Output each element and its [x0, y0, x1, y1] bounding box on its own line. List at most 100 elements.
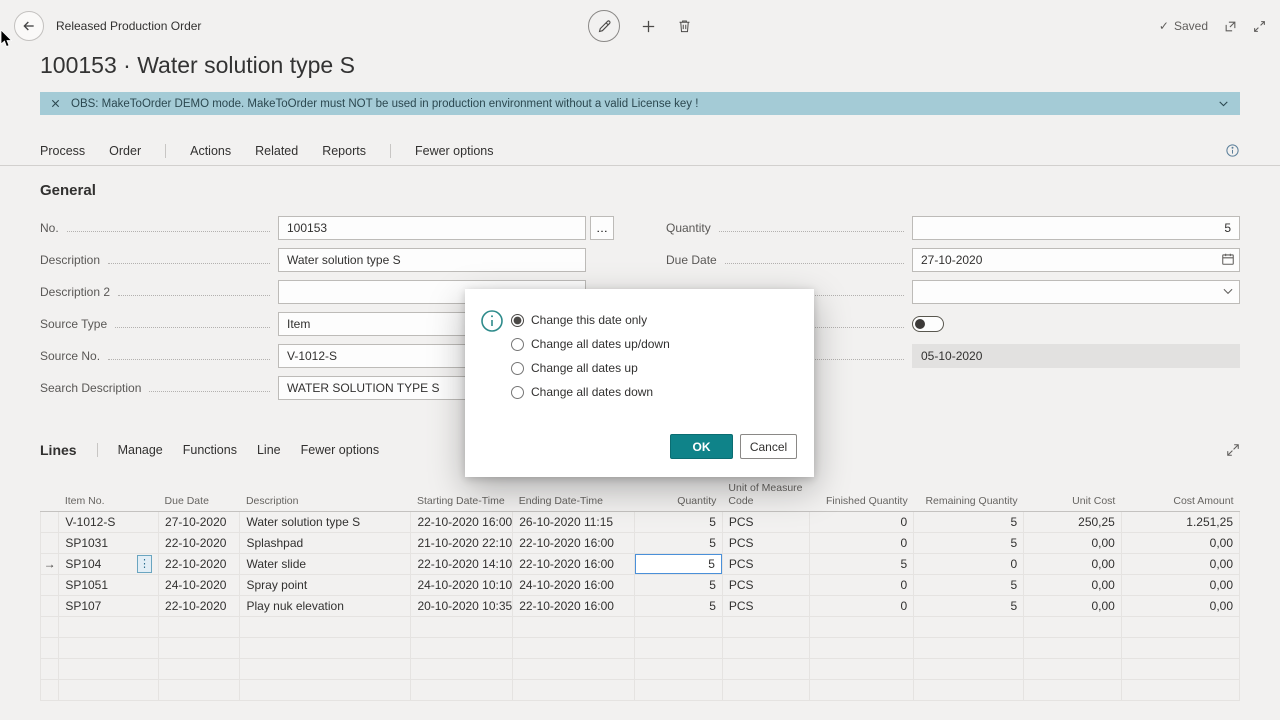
cell[interactable]: Splashpad: [239, 532, 412, 555]
menu-process[interactable]: Process: [40, 144, 85, 158]
lines-menu-line[interactable]: Line: [257, 443, 281, 457]
cell[interactable]: PCS: [721, 511, 811, 534]
table-row-empty[interactable]: [39, 658, 1241, 681]
cell[interactable]: 5: [634, 511, 723, 534]
table-row-empty[interactable]: [39, 679, 1241, 702]
row-selector[interactable]: [39, 532, 60, 555]
cell[interactable]: 22-10-2020 16:00: [512, 532, 636, 555]
cell[interactable]: 24-10-2020: [158, 574, 241, 597]
cell[interactable]: 22-10-2020: [158, 532, 241, 555]
cell[interactable]: 0,00: [1023, 553, 1122, 576]
row-selector[interactable]: [39, 574, 60, 597]
option-change-all-dates-up-down[interactable]: Change all dates up/down: [511, 337, 670, 351]
cell[interactable]: 22-10-2020: [158, 595, 241, 618]
description-input[interactable]: [278, 248, 586, 272]
cell[interactable]: V-1012-S: [58, 511, 160, 534]
cell[interactable]: SP1051: [58, 574, 160, 597]
cell[interactable]: 0,00: [1023, 574, 1122, 597]
close-icon[interactable]: [50, 98, 61, 109]
due-date-input[interactable]: [912, 248, 1240, 272]
cell[interactable]: 5: [809, 553, 915, 576]
cell[interactable]: PCS: [721, 595, 811, 618]
focus-mode-button[interactable]: [1226, 443, 1240, 457]
calendar-icon[interactable]: [1221, 252, 1235, 266]
cell[interactable]: 0,00: [1023, 532, 1122, 555]
cell[interactable]: 0: [809, 511, 915, 534]
cell[interactable]: 5: [913, 511, 1025, 534]
cell[interactable]: 0,00: [1120, 595, 1241, 618]
back-button[interactable]: [14, 11, 44, 41]
table-row-empty[interactable]: [39, 616, 1241, 639]
cancel-button[interactable]: Cancel: [740, 434, 797, 459]
cell[interactable]: 250,25: [1023, 511, 1122, 534]
chevron-down-icon[interactable]: [1221, 284, 1235, 298]
cell[interactable]: 0: [809, 532, 915, 555]
menu-fewer-options[interactable]: Fewer options: [415, 144, 494, 158]
new-button[interactable]: [640, 18, 657, 35]
cell[interactable]: 26-10-2020 11:15: [512, 511, 636, 534]
radio-change-all-dates-up-down[interactable]: [511, 337, 524, 351]
cell[interactable]: 5: [634, 574, 723, 597]
option-change-all-dates-down[interactable]: Change all dates down: [511, 385, 670, 399]
col-unit-cost[interactable]: Unit Cost: [1023, 480, 1122, 513]
cell[interactable]: 21-10-2020 22:10: [410, 532, 514, 555]
table-row-selected[interactable]: → SP104 ⋮ 22-10-2020 Water slide 22-10-2…: [39, 553, 1241, 576]
col-item-no[interactable]: Item No.: [58, 480, 159, 513]
col-quantity[interactable]: Quantity: [634, 480, 723, 513]
option-change-this-date-only[interactable]: Change this date only: [511, 313, 670, 327]
cell[interactable]: 0,00: [1023, 595, 1122, 618]
cell[interactable]: 24-10-2020 10:10: [410, 574, 514, 597]
cell[interactable]: SP107: [58, 595, 160, 618]
cell[interactable]: PCS: [721, 532, 811, 555]
menu-related[interactable]: Related: [255, 144, 298, 158]
cell[interactable]: Play nuk elevation: [239, 595, 412, 618]
delete-button[interactable]: [677, 18, 692, 34]
col-due-date[interactable]: Due Date: [158, 480, 240, 513]
lines-menu-manage[interactable]: Manage: [118, 443, 163, 457]
col-unit-of-measure-code[interactable]: Unit of Measure Code: [722, 480, 810, 513]
cell[interactable]: 22-10-2020 16:00: [512, 595, 636, 618]
cell[interactable]: PCS: [721, 553, 811, 576]
ok-button[interactable]: OK: [670, 434, 733, 459]
toggle-switch[interactable]: [912, 316, 944, 332]
table-row[interactable]: SP1031 22-10-2020 Splashpad 21-10-2020 2…: [39, 532, 1241, 555]
cell[interactable]: 0: [809, 595, 915, 618]
cell[interactable]: 22-10-2020: [158, 553, 241, 576]
chevron-down-icon[interactable]: [1217, 97, 1230, 110]
table-row[interactable]: V-1012-S 27-10-2020 Water solution type …: [39, 511, 1241, 534]
cell[interactable]: 20-10-2020 10:35: [410, 595, 514, 618]
cell[interactable]: 5: [913, 595, 1025, 618]
cell[interactable]: 24-10-2020 16:00: [512, 574, 636, 597]
row-menu-button[interactable]: ⋮: [137, 555, 153, 574]
row-selector[interactable]: [39, 595, 60, 618]
cell[interactable]: 5: [634, 532, 723, 555]
edit-button[interactable]: [588, 10, 620, 42]
cell[interactable]: SP1031: [58, 532, 160, 555]
cell[interactable]: 0: [913, 553, 1025, 576]
no-input[interactable]: [278, 216, 586, 240]
col-remaining-quantity[interactable]: Remaining Quantity: [913, 480, 1024, 513]
col-ending-date-time[interactable]: Ending Date-Time: [512, 480, 635, 513]
table-row[interactable]: SP1051 24-10-2020 Spray point 24-10-2020…: [39, 574, 1241, 597]
assist-edit-button[interactable]: …: [590, 216, 614, 240]
cell[interactable]: 5: [913, 574, 1025, 597]
cell[interactable]: SP104 ⋮: [58, 553, 160, 576]
cell[interactable]: Spray point: [239, 574, 412, 597]
quantity-input[interactable]: [912, 216, 1240, 240]
col-cost-amount[interactable]: Cost Amount: [1121, 480, 1240, 513]
col-finished-quantity[interactable]: Finished Quantity: [809, 480, 914, 513]
cell[interactable]: 22-10-2020 16:00: [410, 511, 514, 534]
cell[interactable]: Water solution type S: [239, 511, 412, 534]
radio-change-all-dates-down[interactable]: [511, 385, 524, 399]
selected-cell[interactable]: 5: [634, 553, 723, 576]
option-change-all-dates-up[interactable]: Change all dates up: [511, 361, 670, 375]
cell[interactable]: 22-10-2020 16:00: [512, 553, 636, 576]
col-starting-date-time[interactable]: Starting Date-Time: [410, 480, 513, 513]
cell[interactable]: 0,00: [1120, 532, 1241, 555]
resize-layout-button[interactable]: [1253, 20, 1266, 33]
radio-change-all-dates-up[interactable]: [511, 361, 524, 375]
radio-change-this-date-only[interactable]: [511, 313, 524, 327]
menu-reports[interactable]: Reports: [322, 144, 366, 158]
cell[interactable]: PCS: [721, 574, 811, 597]
assigned-user-input[interactable]: [912, 280, 1240, 304]
